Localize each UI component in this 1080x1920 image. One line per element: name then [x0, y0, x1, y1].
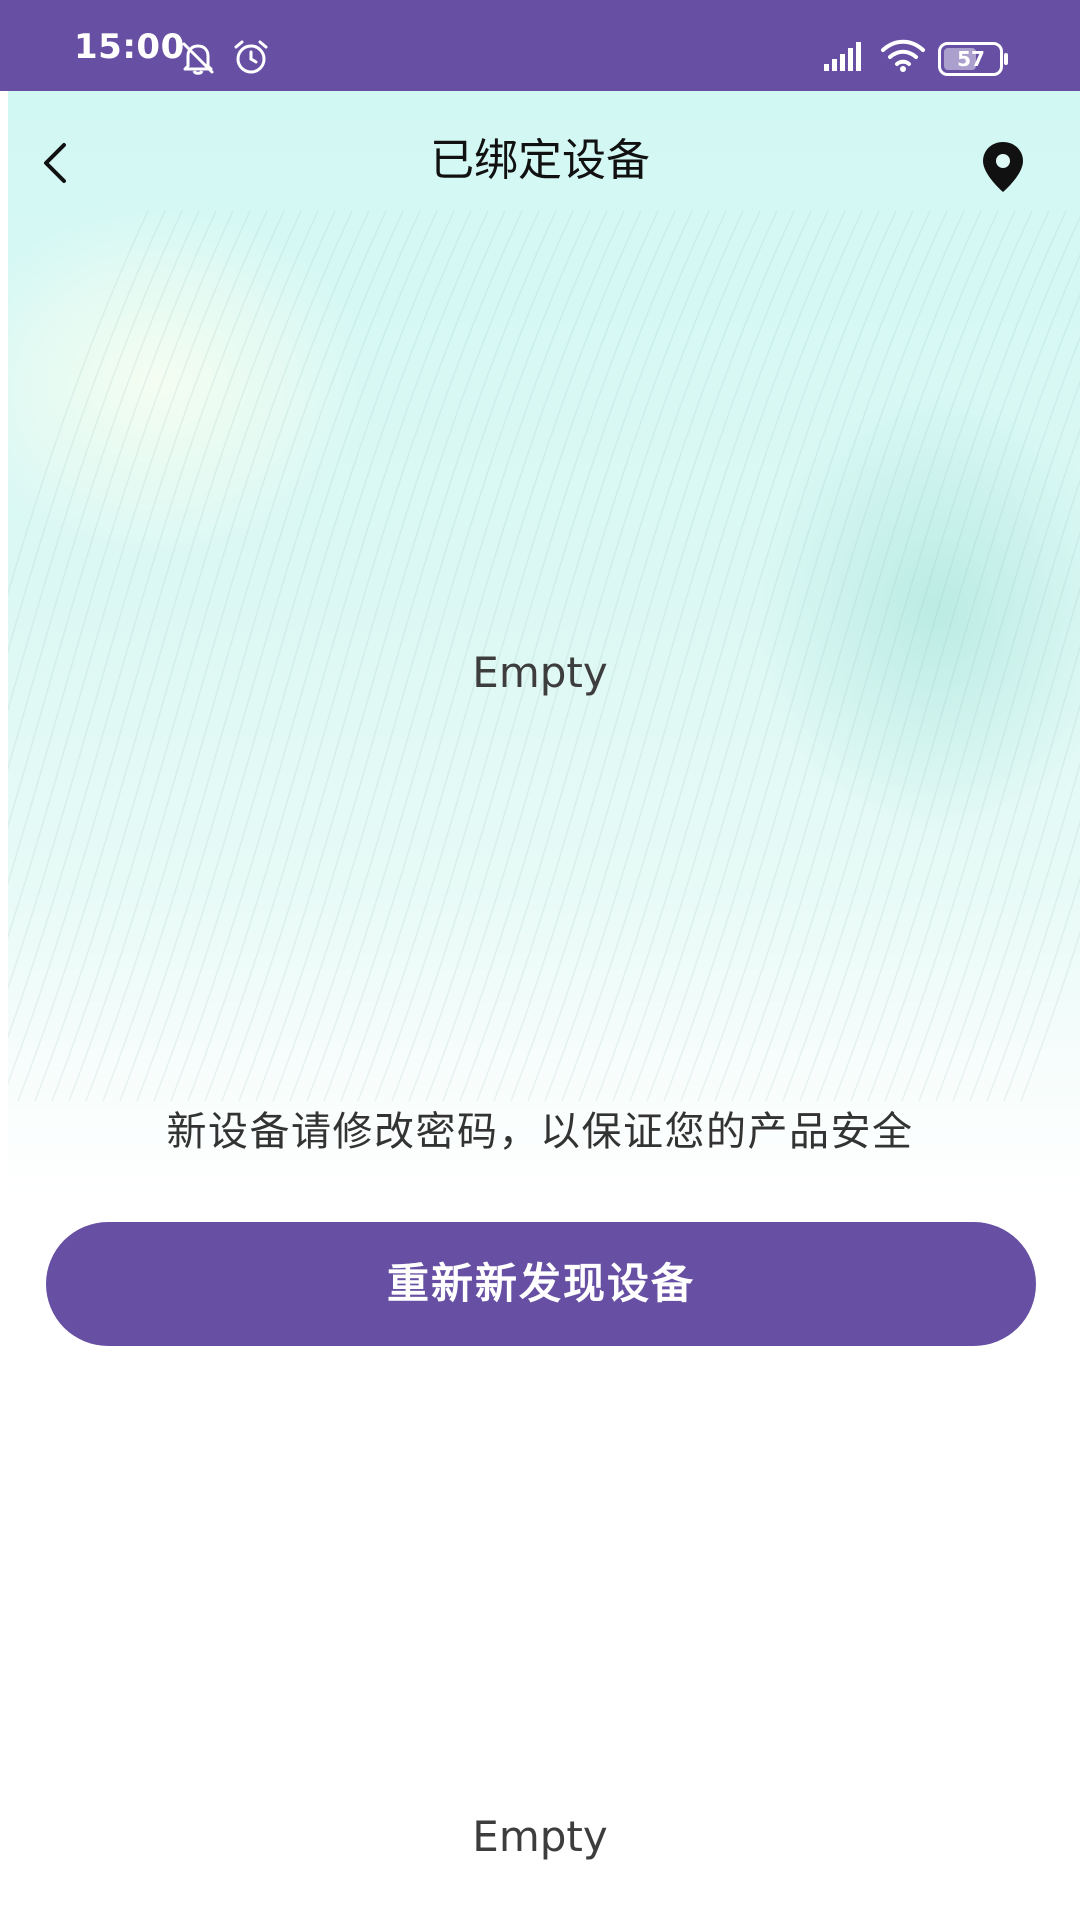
discovered-list-empty-text: Empty — [472, 1812, 608, 1861]
rediscover-devices-button[interactable]: 重新新发现设备 — [46, 1222, 1036, 1346]
app-header: 已绑定设备 — [0, 91, 1080, 241]
device-list-empty-text: Empty — [472, 648, 608, 697]
battery-icon: 57 — [938, 42, 1010, 76]
location-button[interactable] — [978, 139, 1028, 195]
bell-off-icon — [182, 42, 214, 75]
back-button[interactable] — [30, 133, 80, 193]
battery-level: 57 — [957, 47, 985, 71]
security-note: 新设备请修改密码，以保证您的产品安全 — [166, 1109, 914, 1155]
wifi-icon — [881, 39, 925, 72]
bound-devices-screen: 15:00 57 已绑定设备 Empty 新设备请修改密码，以保证您的产品安全 … — [0, 0, 1080, 1920]
alarm-icon — [234, 40, 268, 74]
header-background — [8, 91, 1080, 1201]
signal-icon — [824, 42, 861, 71]
status-bar: 15:00 57 — [0, 0, 1080, 91]
location-pin-icon — [983, 142, 1023, 192]
wave-lines-decoration — [8, 210, 1080, 1102]
status-time: 15:00 — [74, 27, 185, 67]
page-title: 已绑定设备 — [430, 135, 650, 186]
chevron-left-icon — [44, 143, 66, 183]
